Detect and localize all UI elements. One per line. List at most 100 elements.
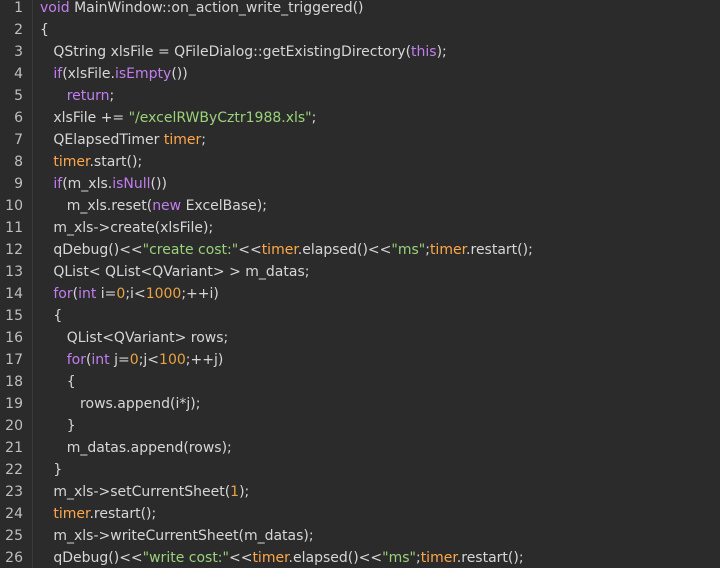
code-line[interactable]: 26 qDebug()<<"write cost:"<<timer.elapse…	[0, 547, 720, 568]
code-line[interactable]: 16 QList<QVariant> rows;	[0, 327, 720, 349]
code-line[interactable]: 9 if(m_xls.isNull())	[0, 173, 720, 195]
code-token: rows.append(i*j);	[40, 396, 201, 412]
code-token: {	[40, 308, 63, 324]
line-number: 24	[5, 506, 23, 522]
code-line[interactable]: 10 m_xls.reset(new ExcelBase);	[0, 195, 720, 217]
code-token: (xlsFile.	[62, 66, 115, 82]
line-number: 21	[5, 440, 23, 456]
code-token: timer	[53, 154, 90, 170]
code-text: {	[40, 305, 62, 327]
code-text: QList<QVariant> rows;	[40, 327, 229, 349]
code-text: if(xlsFile.isEmpty())	[40, 63, 187, 85]
code-token: 100	[159, 352, 186, 368]
line-number: 25	[5, 528, 23, 544]
code-token: ;i<	[125, 286, 146, 302]
code-line[interactable]: 5 return;	[0, 85, 720, 107]
code-token: 1	[230, 484, 240, 500]
code-line[interactable]: 4 if(xlsFile.isEmpty())	[0, 63, 720, 85]
code-line[interactable]: 17 for(int j=0;j<100;++j)	[0, 349, 720, 371]
code-token: "ms"	[382, 550, 416, 566]
code-token: j=	[109, 352, 130, 368]
code-line[interactable]: 11 m_xls->create(xlsFile);	[0, 217, 720, 239]
line-number: 13	[5, 264, 23, 280]
code-text: m_xls->create(xlsFile);	[40, 217, 213, 239]
code-text: qDebug()<<"create cost:"<<timer.elapsed(…	[40, 239, 533, 261]
line-number: 1	[14, 0, 23, 16]
code-line[interactable]: 18 {	[0, 371, 720, 393]
code-token: (m_xls.	[62, 176, 113, 192]
code-line[interactable]: 1 void MainWindow::on_action_write_trigge…	[0, 0, 720, 19]
line-number: 15	[5, 308, 23, 324]
code-token: 0	[116, 286, 126, 302]
code-token: m_xls.reset(	[40, 198, 153, 214]
code-token: }	[40, 418, 76, 434]
code-token: timer	[429, 242, 467, 258]
code-text: timer.start();	[40, 151, 142, 173]
code-token: for	[53, 286, 73, 302]
code-token: ;	[311, 110, 317, 126]
code-token: .restart();	[466, 242, 533, 258]
code-token: ;	[201, 132, 206, 148]
code-token: <<	[228, 550, 253, 566]
line-number: 23	[5, 484, 23, 500]
code-token: "write cost:"	[142, 550, 229, 566]
code-line[interactable]: 23 m_xls->setCurrentSheet(1);	[0, 481, 720, 503]
code-line[interactable]: 19 rows.append(i*j);	[0, 393, 720, 415]
code-line[interactable]: 2{	[0, 19, 720, 41]
code-text: timer.restart();	[40, 503, 156, 525]
line-number: 17	[5, 352, 23, 368]
code-line[interactable]: 25 m_xls->writeCurrentSheet(m_datas);	[0, 525, 720, 547]
code-token: timer	[163, 132, 202, 148]
code-line[interactable]: 6 xlsFile += "/excelRWByCztr1988.xls";	[0, 107, 720, 129]
code-token: QString xlsFile = QFileDialog::getExisti…	[40, 44, 412, 60]
line-number: 18	[5, 374, 23, 390]
code-line[interactable]: 13 QList< QList<QVariant> > m_datas;	[0, 261, 720, 283]
code-editor[interactable]: 1 void MainWindow::on_action_write_trigge…	[0, 0, 720, 568]
code-token: timer	[53, 506, 90, 522]
code-line[interactable]: 21 m_datas.append(rows);	[0, 437, 720, 459]
line-number: 6	[14, 110, 23, 126]
code-token: );	[239, 484, 250, 500]
code-line[interactable]: 22 }	[0, 459, 720, 481]
code-text: }	[40, 459, 62, 481]
code-token: {	[40, 374, 76, 390]
code-line[interactable]: 15 {	[0, 305, 720, 327]
code-text: QList< QList<QVariant> > m_datas;	[40, 261, 309, 283]
code-text: {	[40, 19, 49, 41]
code-lines: 1 void MainWindow::on_action_write_trigge…	[0, 0, 720, 568]
code-text: m_datas.append(rows);	[40, 437, 232, 459]
code-token: .restart();	[89, 506, 157, 522]
code-token: return	[66, 88, 110, 104]
code-line[interactable]: 12 qDebug()<<"create cost:"<<timer.elaps…	[0, 239, 720, 261]
line-number: 26	[5, 550, 23, 566]
code-text: }	[40, 415, 76, 437]
code-text: {	[40, 371, 76, 393]
code-text: rows.append(i*j);	[40, 393, 200, 415]
code-token: if	[53, 66, 63, 82]
code-token: qDebug()<<	[40, 550, 143, 566]
code-line[interactable]: 24 timer.restart();	[0, 503, 720, 525]
line-number: 2	[14, 22, 23, 38]
code-line[interactable]: 8 timer.start();	[0, 151, 720, 173]
code-token: m_xls->setCurrentSheet(	[40, 484, 231, 500]
code-text: if(m_xls.isNull())	[40, 173, 167, 195]
code-token: ())	[150, 176, 167, 192]
code-token: m_xls->create(xlsFile);	[40, 220, 214, 236]
code-token: ;j<	[138, 352, 160, 368]
line-number: 19	[5, 396, 23, 412]
code-line[interactable]: 14 for(int i=0;i<1000;++i)	[0, 283, 720, 305]
line-number: 4	[14, 66, 23, 82]
code-line[interactable]: 3 QString xlsFile = QFileDialog::getExis…	[0, 41, 720, 63]
code-token: m_xls->writeCurrentSheet(m_datas);	[40, 528, 314, 544]
code-token: this	[411, 44, 437, 60]
code-token: isEmpty	[115, 66, 172, 82]
line-number: 12	[5, 242, 23, 258]
code-token: MainWindow::on_action_write_triggered()	[69, 0, 364, 16]
code-line[interactable]: 7 QElapsedTimer timer;	[0, 129, 720, 151]
line-number: 11	[5, 220, 23, 236]
code-line[interactable]: 20 }	[0, 415, 720, 437]
